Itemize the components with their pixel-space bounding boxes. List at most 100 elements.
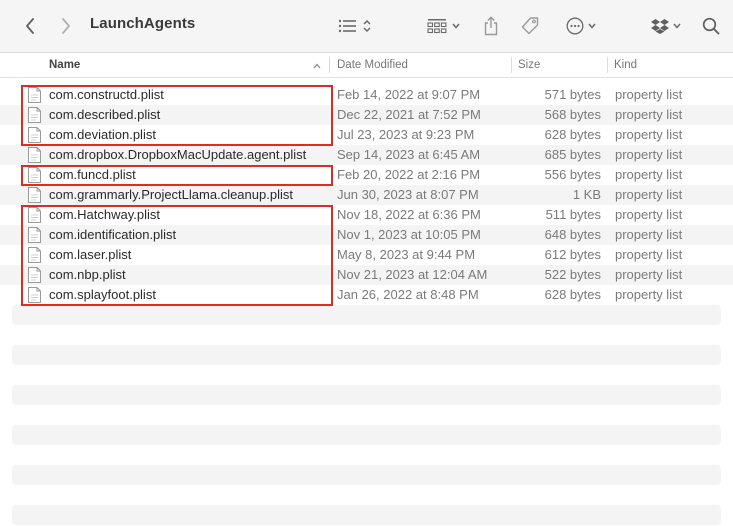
file-date: Nov 1, 2023 at 10:05 PM xyxy=(337,227,481,242)
empty-row xyxy=(0,365,733,385)
file-date: Jun 30, 2023 at 8:07 PM xyxy=(337,187,479,202)
document-icon xyxy=(28,227,41,243)
file-size: 685 bytes xyxy=(544,147,601,162)
file-row[interactable]: com.dropbox.DropboxMacUpdate.agent.plist… xyxy=(0,145,733,165)
file-name: com.Hatchway.plist xyxy=(49,207,161,222)
file-kind: property list xyxy=(615,127,683,142)
file-kind: property list xyxy=(615,87,683,102)
group-button[interactable] xyxy=(424,12,464,40)
file-name: com.splayfoot.plist xyxy=(49,287,156,302)
view-options-button[interactable] xyxy=(334,12,376,40)
file-row[interactable]: com.constructd.plist Feb 14, 2022 at 9:0… xyxy=(0,85,733,105)
column-date-modified[interactable]: Date Modified xyxy=(337,53,408,77)
file-name: com.laser.plist xyxy=(49,247,132,262)
file-size: 628 bytes xyxy=(544,127,601,142)
document-icon xyxy=(28,127,41,143)
finder-window: LaunchAgents Name Date Modified Size Kin… xyxy=(0,0,733,526)
file-row[interactable]: com.Hatchway.plist Nov 18, 2022 at 6:36 … xyxy=(0,205,733,225)
file-kind: property list xyxy=(615,247,683,262)
file-name: com.dropbox.DropboxMacUpdate.agent.plist xyxy=(49,147,307,162)
file-date: Nov 18, 2022 at 6:36 PM xyxy=(337,207,481,222)
file-row[interactable]: com.deviation.plist Jul 23, 2023 at 9:23… xyxy=(0,125,733,145)
chevron-down-icon xyxy=(452,23,460,29)
file-size: 556 bytes xyxy=(544,167,601,182)
sort-updown-icon xyxy=(363,19,371,33)
share-button[interactable] xyxy=(481,12,501,40)
tag-icon xyxy=(521,17,539,35)
file-size: 571 bytes xyxy=(544,87,601,102)
chevron-down-icon xyxy=(587,23,596,29)
file-kind: property list xyxy=(615,287,683,302)
file-kind: property list xyxy=(615,147,683,162)
file-name: com.described.plist xyxy=(49,107,161,122)
tag-button[interactable] xyxy=(519,12,541,40)
column-separator[interactable] xyxy=(607,57,608,73)
column-separator[interactable] xyxy=(511,57,512,73)
file-size: 522 bytes xyxy=(544,267,601,282)
column-kind[interactable]: Kind xyxy=(614,53,637,77)
document-icon xyxy=(28,207,41,223)
file-row[interactable]: com.nbp.plist Nov 21, 2023 at 12:04 AM 5… xyxy=(0,265,733,285)
column-separator[interactable] xyxy=(329,57,330,73)
file-date: Sep 14, 2023 at 6:45 AM xyxy=(337,147,481,162)
dropbox-icon xyxy=(650,19,669,34)
file-name: com.constructd.plist xyxy=(49,87,164,102)
search-icon xyxy=(702,17,720,35)
back-button[interactable] xyxy=(20,12,40,40)
file-row[interactable]: com.splayfoot.plist Jan 26, 2022 at 8:48… xyxy=(0,285,733,305)
empty-row xyxy=(12,385,721,405)
file-kind: property list xyxy=(615,107,683,122)
empty-row xyxy=(12,345,721,365)
file-name: com.grammarly.ProjectLlama.cleanup.plist xyxy=(49,187,293,202)
document-icon xyxy=(28,147,41,163)
file-size: 568 bytes xyxy=(544,107,601,122)
document-icon xyxy=(28,267,41,283)
more-icon xyxy=(566,17,583,35)
file-name: com.deviation.plist xyxy=(49,127,156,142)
file-size: 612 bytes xyxy=(544,247,601,262)
empty-row xyxy=(0,405,733,425)
forward-chevron-icon xyxy=(62,18,70,34)
file-row[interactable]: com.identification.plist Nov 1, 2023 at … xyxy=(0,225,733,245)
file-row[interactable]: com.laser.plist May 8, 2023 at 9:44 PM 6… xyxy=(0,245,733,265)
file-size: 511 bytes xyxy=(545,207,601,222)
document-icon xyxy=(28,107,41,123)
column-size[interactable]: Size xyxy=(518,53,540,77)
search-button[interactable] xyxy=(700,12,722,40)
file-date: May 8, 2023 at 9:44 PM xyxy=(337,247,476,262)
file-name: com.funcd.plist xyxy=(49,167,136,182)
file-name: com.identification.plist xyxy=(49,227,177,242)
dropbox-button[interactable] xyxy=(648,12,684,40)
sort-up-icon[interactable] xyxy=(312,62,322,70)
file-size: 1 KB xyxy=(572,187,601,202)
file-date: Feb 20, 2022 at 2:16 PM xyxy=(337,167,481,182)
document-icon xyxy=(28,167,41,183)
empty-row xyxy=(0,325,733,345)
list-view-icon xyxy=(338,19,356,33)
file-kind: property list xyxy=(615,167,683,182)
empty-row xyxy=(12,505,721,525)
file-date: Dec 22, 2021 at 7:52 PM xyxy=(337,107,481,122)
empty-row xyxy=(12,465,721,485)
file-row[interactable]: com.grammarly.ProjectLlama.cleanup.plist… xyxy=(0,185,733,205)
document-icon xyxy=(28,287,41,303)
column-header: Name Date Modified Size Kind xyxy=(0,53,733,78)
file-row[interactable]: com.described.plist Dec 22, 2021 at 7:52… xyxy=(0,105,733,125)
file-kind: property list xyxy=(615,227,683,242)
back-chevron-icon xyxy=(26,18,34,34)
empty-row xyxy=(12,425,721,445)
forward-button[interactable] xyxy=(56,12,76,40)
file-date: Jan 26, 2022 at 8:48 PM xyxy=(337,287,479,302)
column-name[interactable]: Name xyxy=(49,53,80,77)
share-icon xyxy=(484,16,498,36)
file-date: Feb 14, 2022 at 9:07 PM xyxy=(337,87,481,102)
file-row[interactable]: com.funcd.plist Feb 20, 2022 at 2:16 PM … xyxy=(0,165,733,185)
grid-view-icon xyxy=(427,19,447,34)
file-date: Nov 21, 2023 at 12:04 AM xyxy=(337,267,488,282)
more-actions-button[interactable] xyxy=(562,12,600,40)
file-date: Jul 23, 2023 at 9:23 PM xyxy=(337,127,475,142)
document-icon xyxy=(28,87,41,103)
empty-row xyxy=(12,305,721,325)
file-name: com.nbp.plist xyxy=(49,267,126,282)
file-size: 628 bytes xyxy=(544,287,601,302)
